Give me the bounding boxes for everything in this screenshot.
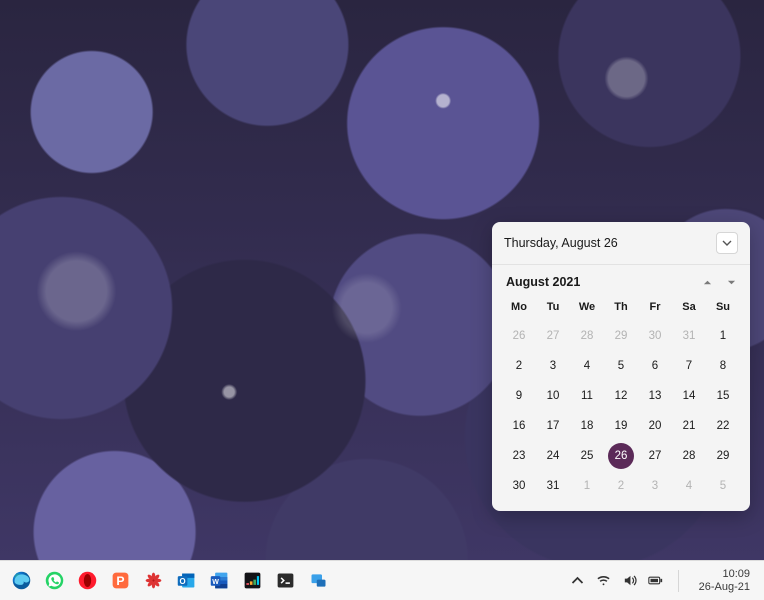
calendar-day[interactable]: 5	[706, 471, 740, 501]
calendar-day[interactable]: 26	[502, 321, 536, 351]
calendar-date-title: Thursday, August 26	[504, 236, 618, 250]
calendar-day-today[interactable]: 26	[608, 443, 634, 469]
calendar-day[interactable]: 17	[536, 411, 570, 441]
calendar-day[interactable]: 2	[502, 351, 536, 381]
calendar-day[interactable]: 8	[706, 351, 740, 381]
terminal-icon	[275, 570, 296, 591]
calendar-day[interactable]: 2	[604, 471, 638, 501]
calendar-day[interactable]: 23	[502, 441, 536, 471]
calendar-day[interactable]: 9	[502, 381, 536, 411]
calendar-weekday: Tu	[536, 295, 570, 321]
svg-text:W: W	[212, 579, 219, 586]
outlook-icon: O	[176, 570, 197, 591]
calendar-day[interactable]: 30	[502, 471, 536, 501]
chevron-down-icon	[722, 238, 732, 248]
calendar-weekday: Fr	[638, 295, 672, 321]
svg-text:O: O	[179, 577, 185, 586]
calendar-day[interactable]: 21	[672, 411, 706, 441]
taskbar-app-opera[interactable]	[72, 566, 102, 596]
wifi-icon[interactable]	[596, 573, 612, 589]
taskbar-app-edge[interactable]	[6, 566, 36, 596]
taskbar-app-misc-app[interactable]	[303, 566, 333, 596]
calendar-day[interactable]: 27	[638, 441, 672, 471]
calendar-day[interactable]: 10	[536, 381, 570, 411]
calendar-day[interactable]: 7	[672, 351, 706, 381]
calendar-day[interactable]: 3	[638, 471, 672, 501]
calendar-day[interactable]: 15	[706, 381, 740, 411]
misc-app-icon	[308, 570, 329, 591]
calendar-month-title[interactable]: August 2021	[506, 275, 580, 289]
calendar-flyout: Thursday, August 26 August 2021 MoTuWeTh…	[492, 222, 750, 511]
calendar-collapse-button[interactable]	[716, 232, 738, 254]
calendar-header: Thursday, August 26	[492, 222, 750, 265]
volume-icon[interactable]	[622, 573, 638, 589]
deezer-icon	[242, 570, 263, 591]
calendar-day[interactable]: 14	[672, 381, 706, 411]
calendar-day[interactable]: 3	[536, 351, 570, 381]
taskbar-app-outlook[interactable]: O	[171, 566, 201, 596]
taskbar-clock[interactable]: 10:09 26-Aug-21	[695, 568, 758, 594]
calendar-day[interactable]: 19	[604, 411, 638, 441]
chevron-up-icon	[570, 573, 585, 588]
edge-icon	[11, 570, 32, 591]
calendar-day[interactable]: 4	[570, 351, 604, 381]
battery-icon[interactable]	[648, 573, 664, 589]
calendar-day[interactable]: 28	[570, 321, 604, 351]
system-tray: 10:09 26-Aug-21	[570, 568, 758, 594]
word-icon: W	[209, 570, 230, 591]
calendar-day[interactable]: 18	[570, 411, 604, 441]
calendar-day[interactable]: 30	[638, 321, 672, 351]
calendar-day[interactable]: 1	[570, 471, 604, 501]
taskbar-apps: POW	[6, 566, 333, 596]
calendar-weekday: Su	[706, 295, 740, 321]
calendar-day[interactable]: 1	[706, 321, 740, 351]
calendar-grid: MoTuWeThFrSaSu26272829303112345678910111…	[492, 295, 750, 511]
calendar-prev-month-button[interactable]	[700, 275, 714, 289]
calendar-day[interactable]: 28	[672, 441, 706, 471]
calendar-weekday: Sa	[672, 295, 706, 321]
calendar-day[interactable]: 29	[706, 441, 740, 471]
calendar-day[interactable]: 16	[502, 411, 536, 441]
calendar-day[interactable]: 4	[672, 471, 706, 501]
taskbar-app-flower-app[interactable]	[138, 566, 168, 596]
calendar-day[interactable]: 12	[604, 381, 638, 411]
calendar-day[interactable]: 24	[536, 441, 570, 471]
svg-text:P: P	[116, 574, 124, 588]
clock-time: 10:09	[699, 568, 750, 581]
clock-date: 26-Aug-21	[699, 581, 750, 594]
calendar-month-row: August 2021	[492, 265, 750, 295]
calendar-day[interactable]: 11	[570, 381, 604, 411]
calendar-day[interactable]: 13	[638, 381, 672, 411]
p-app-icon: P	[110, 570, 131, 591]
calendar-weekday: Th	[604, 295, 638, 321]
taskbar-app-terminal[interactable]	[270, 566, 300, 596]
tray-overflow-button[interactable]	[570, 573, 586, 589]
calendar-day[interactable]: 5	[604, 351, 638, 381]
taskbar-app-p-app[interactable]: P	[105, 566, 135, 596]
taskbar-app-whatsapp[interactable]	[39, 566, 69, 596]
flower-app-icon	[143, 570, 164, 591]
calendar-next-month-button[interactable]	[724, 275, 738, 289]
calendar-day[interactable]: 31	[672, 321, 706, 351]
calendar-weekday: Mo	[502, 295, 536, 321]
taskbar-app-word[interactable]: W	[204, 566, 234, 596]
whatsapp-icon	[44, 570, 65, 591]
calendar-day[interactable]: 25	[570, 441, 604, 471]
calendar-day[interactable]: 6	[638, 351, 672, 381]
caret-down-icon	[727, 278, 736, 287]
taskbar: P O W 10:09 26-Aug-21	[0, 560, 764, 600]
calendar-day[interactable]: 22	[706, 411, 740, 441]
calendar-day[interactable]: 31	[536, 471, 570, 501]
opera-icon	[77, 570, 98, 591]
calendar-day[interactable]: 20	[638, 411, 672, 441]
calendar-day[interactable]: 27	[536, 321, 570, 351]
taskbar-app-deezer[interactable]	[237, 566, 267, 596]
caret-up-icon	[703, 278, 712, 287]
calendar-day[interactable]: 29	[604, 321, 638, 351]
calendar-weekday: We	[570, 295, 604, 321]
